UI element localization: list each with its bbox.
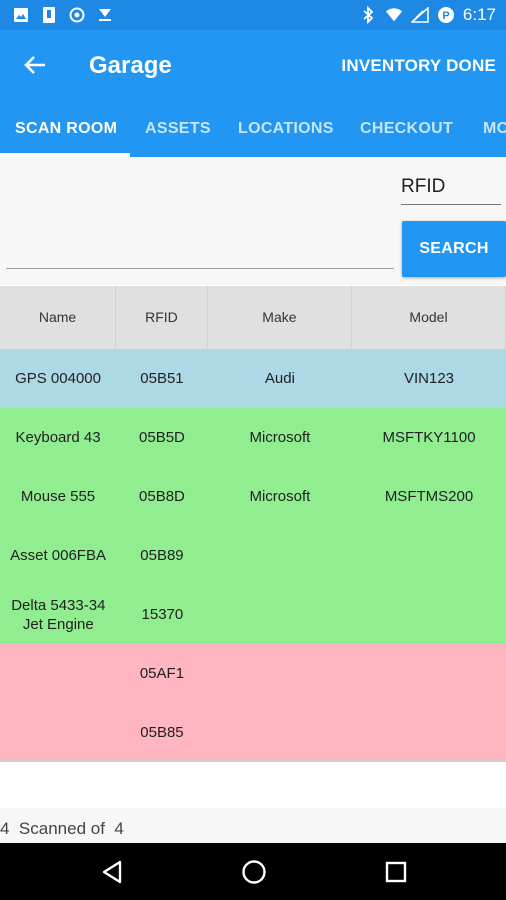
search-button[interactable]: SEARCH [402,221,506,277]
status-left-icons [12,6,114,24]
cell-make: Microsoft [249,429,311,446]
cell-name: Mouse 555 [20,488,96,505]
cell-rfid: 15370 [141,606,184,623]
total-count: 4 [114,819,124,838]
app-bar: Garage INVENTORY DONE [0,30,506,100]
home-circle-icon [242,860,266,884]
download-icon [96,6,114,24]
table-row[interactable]: Asset 006FBA 05B89 [0,526,506,585]
cell-name [0,644,116,703]
cell-model [352,644,506,703]
cell-name: Keyboard 43 [15,429,101,446]
nav-home-button[interactable] [238,856,270,888]
cell-make: Microsoft [249,488,311,505]
cell-name: GPS 004000 [15,370,101,387]
table-header: Name RFID Make Model [0,286,506,349]
cell-make: Audi [264,370,295,387]
nav-recents-button[interactable] [380,856,412,888]
svg-text:P: P [442,10,449,22]
cell-make [208,703,352,762]
cell-model [352,703,506,762]
table-row[interactable]: Delta 5433-34 Jet Engine 15370 [0,585,506,644]
cell-model [352,526,506,585]
alarm-icon: P [437,6,455,24]
cell-rfid: 05B8D [139,488,185,505]
status-bar: P 6:17 [0,0,506,30]
tab-locations[interactable]: LOCATIONS [238,120,334,138]
tab-more[interactable]: MO [483,120,506,138]
table-row[interactable]: Mouse 555 05B8D Microsoft MSFTMS200 [0,467,506,526]
back-arrow-icon [24,56,45,74]
cell-make [208,644,352,703]
cell-rfid: 05B89 [140,547,184,564]
scanned-label: Scanned of [18,819,105,838]
tab-assets[interactable]: ASSETS [145,120,211,138]
table-row[interactable]: 05AF1 [0,644,506,703]
search-field-select[interactable]: RFID [401,172,501,205]
status-right-icons: P 6:17 [359,5,496,25]
cell-model: MSFTKY1100 [382,429,476,446]
tab-checkout[interactable]: CHECKOUT [360,120,453,138]
search-input[interactable] [6,228,394,269]
record-icon [68,6,86,24]
cell-make [208,526,352,585]
scanned-count: 4 [0,819,10,838]
back-arrow-button[interactable] [20,50,50,80]
page-title: Garage [89,52,172,79]
cell-make [208,585,352,644]
status-time: 6:17 [462,5,496,24]
sim-icon [40,6,58,24]
table-divider [0,760,506,761]
cell-name [0,703,116,762]
cell-rfid: 05B5D [139,429,185,446]
back-triangle-icon [102,860,122,884]
inventory-done-button[interactable]: INVENTORY DONE [341,56,496,76]
table-row[interactable]: 05B85 [0,703,506,762]
header-model[interactable]: Model [352,286,506,349]
cell-model: VIN123 [403,370,455,387]
cell-model [352,585,506,644]
cell-name: Asset 006FBA [10,547,106,564]
scan-table: Name RFID Make Model GPS 004000 05B51 Au… [0,286,506,762]
scan-count: 4 Scanned of 4 [0,819,124,839]
table-row[interactable]: Keyboard 43 05B5D Microsoft MSFTKY1100 [0,408,506,467]
header-make[interactable]: Make [208,286,352,349]
cell-rfid: 05B51 [140,370,184,387]
bluetooth-icon [359,6,377,24]
cell-name: Delta 5433-34 Jet Engine [11,596,106,633]
table-row[interactable]: GPS 004000 05B51 Audi VIN123 [0,349,506,408]
cell-model: MSFTMS200 [384,488,474,505]
cell-rfid: 05B85 [140,724,184,741]
signal-icon [410,6,429,24]
tab-bar: SCAN ROOM ASSETS LOCATIONS CHECKOUT MO [0,100,506,157]
wifi-icon [385,6,403,24]
header-name[interactable]: Name [0,286,117,349]
recents-square-icon [385,861,407,883]
image-icon [12,6,30,24]
tab-scan-room[interactable]: SCAN ROOM [15,120,117,138]
system-nav-bar [0,843,506,900]
cell-rfid: 05AF1 [139,665,185,682]
nav-back-button[interactable] [96,856,128,888]
header-rfid[interactable]: RFID [116,286,208,349]
